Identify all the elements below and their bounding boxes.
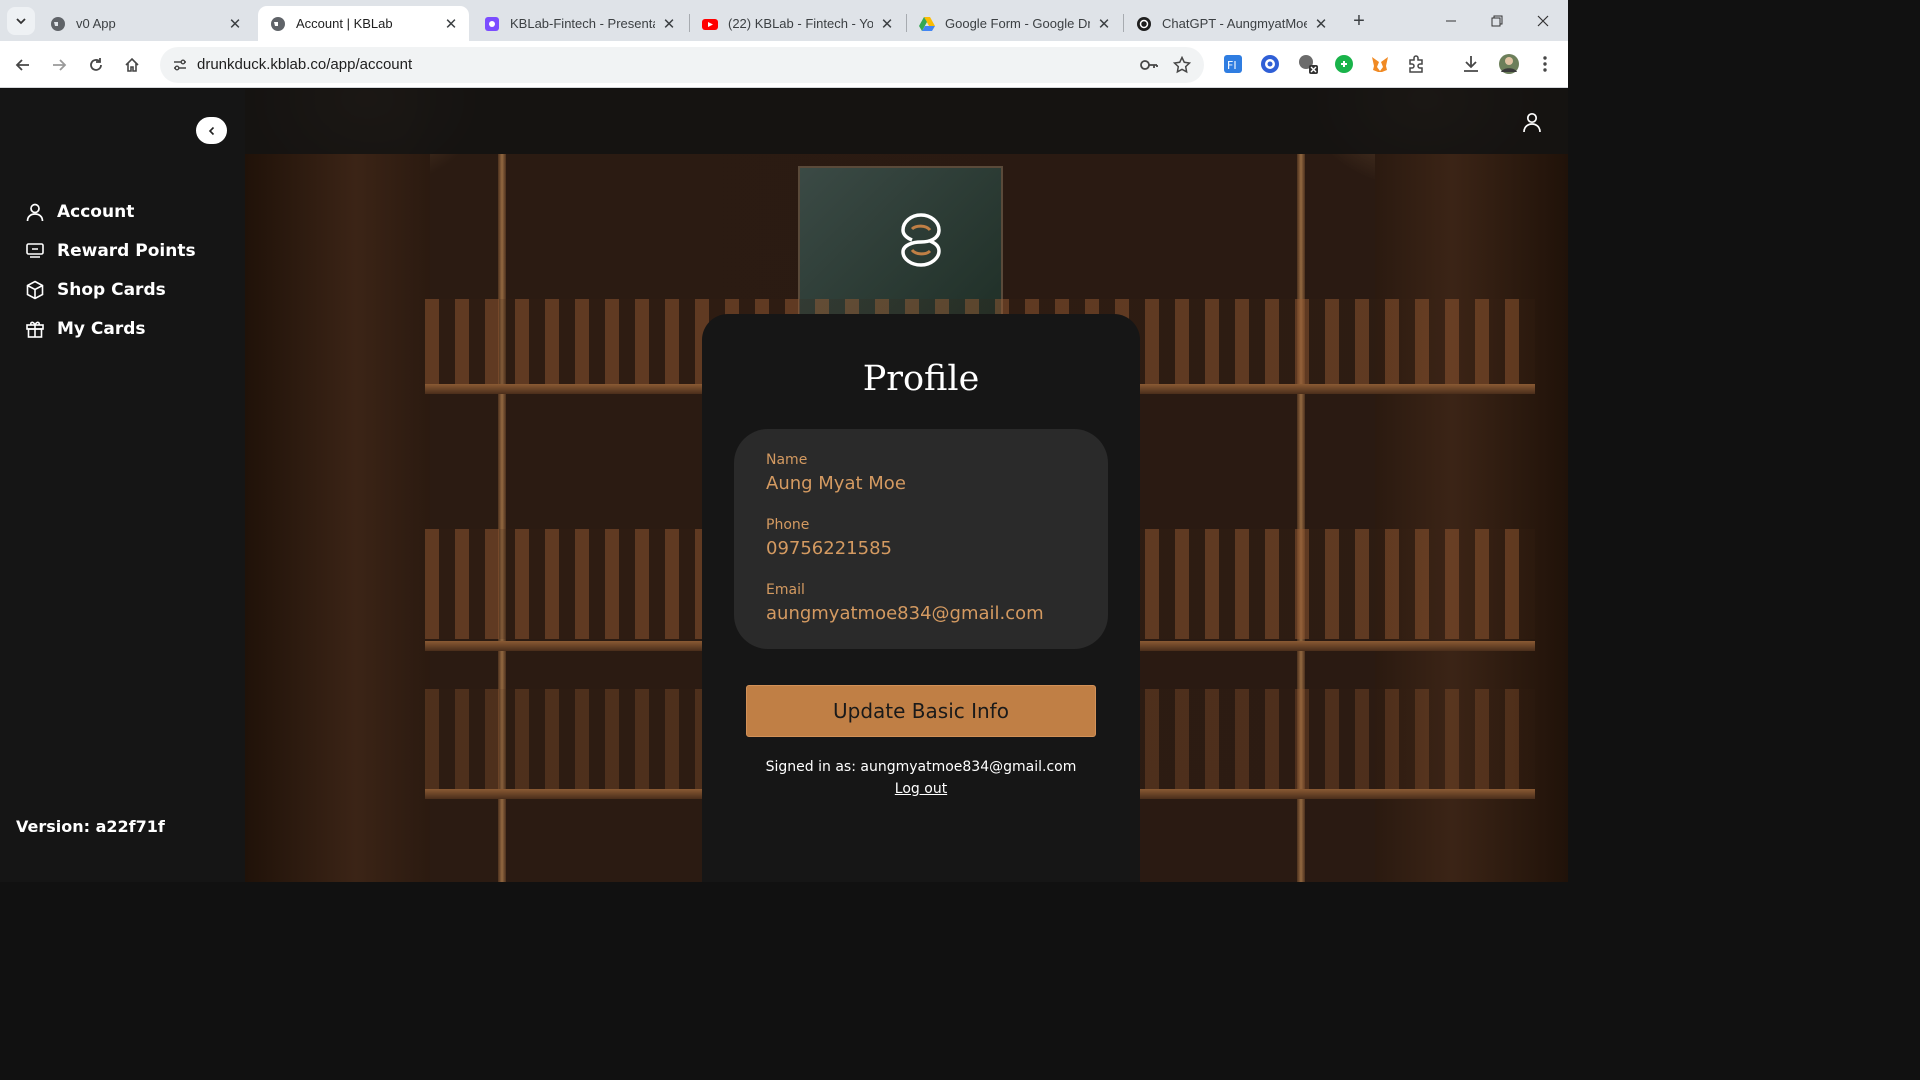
- tab-title: ChatGPT - AungmyatMoe(: [1162, 16, 1307, 31]
- extensions-puzzle-icon[interactable]: [1405, 52, 1429, 76]
- svg-text:FI: FI: [1227, 59, 1237, 72]
- close-tab-icon[interactable]: ✕: [1096, 16, 1112, 33]
- browser-menu-icon[interactable]: [1533, 52, 1557, 76]
- sidebar-item-shop-cards[interactable]: Shop Cards: [24, 270, 196, 309]
- arrow-left-icon: [15, 59, 29, 71]
- tab-title: (22) KBLab - Fintech - YouT: [728, 16, 873, 31]
- canva-icon: [484, 16, 500, 32]
- phone-label: Phone: [766, 517, 810, 533]
- restore-button[interactable]: [1474, 0, 1520, 41]
- google-drive-icon: [919, 16, 935, 32]
- minimize-icon: [1446, 20, 1456, 21]
- close-tab-icon[interactable]: ✕: [1313, 16, 1329, 33]
- password-key-icon[interactable]: [1137, 53, 1161, 77]
- extension-green-icon[interactable]: [1332, 52, 1356, 76]
- plus-icon: +: [1353, 9, 1365, 32]
- tab-v0-app[interactable]: v0 App ✕: [38, 6, 253, 41]
- address-bar[interactable]: drunkduck.kblab.co/app/account: [160, 47, 1204, 83]
- phone-value: 09756221585: [766, 538, 892, 559]
- name-label: Name: [766, 452, 808, 468]
- tab-chatgpt[interactable]: ChatGPT - AungmyatMoe( ✕: [1124, 6, 1339, 41]
- collapse-sidebar-button[interactable]: [196, 117, 227, 144]
- email-label: Email: [766, 582, 805, 598]
- site-info-icon[interactable]: [166, 51, 194, 79]
- profile-avatar[interactable]: [1497, 52, 1521, 76]
- tab-search-button[interactable]: [7, 7, 35, 35]
- back-button[interactable]: [8, 50, 38, 80]
- sidebar-item-label: My Cards: [57, 318, 146, 339]
- reload-icon: [90, 58, 102, 71]
- minimize-button[interactable]: [1428, 0, 1474, 41]
- tab-youtube[interactable]: (22) KBLab - Fintech - YouT ✕: [690, 6, 905, 41]
- chevron-left-icon: [208, 126, 214, 135]
- extension-translate-icon[interactable]: FI: [1221, 52, 1245, 76]
- download-icon[interactable]: [1459, 52, 1483, 76]
- brand-logo-icon: [890, 209, 952, 271]
- close-icon: [1537, 15, 1549, 26]
- sidebar-nav: Account Reward Points Shop Cards My Card…: [24, 192, 196, 348]
- tab-title: v0 App: [76, 16, 116, 31]
- main-content: Profile Name Aung Myat Moe Phone 0975622…: [245, 89, 1568, 882]
- tab-title: Google Form - Google Driv: [945, 16, 1090, 31]
- metamask-fox-icon[interactable]: [1368, 52, 1392, 76]
- name-value: Aung Myat Moe: [766, 473, 906, 494]
- sidebar-item-account[interactable]: Account: [24, 192, 196, 231]
- reload-button[interactable]: [81, 50, 111, 80]
- tab-account-kblab[interactable]: Account | KBLab ✕: [258, 6, 469, 41]
- new-tab-button[interactable]: +: [1346, 8, 1372, 34]
- gift-icon: [24, 318, 46, 340]
- home-icon: [125, 57, 139, 72]
- close-tab-icon[interactable]: ✕: [661, 16, 677, 33]
- sidebar: Account Reward Points Shop Cards My Card…: [0, 89, 245, 882]
- chatgpt-icon: [1136, 16, 1152, 32]
- forward-button[interactable]: [44, 50, 74, 80]
- box-icon: [24, 279, 46, 301]
- close-tab-icon[interactable]: ✕: [227, 16, 243, 33]
- close-tab-icon[interactable]: ✕: [879, 16, 895, 33]
- profile-info-panel: Name Aung Myat Moe Phone 09756221585 Ema…: [734, 429, 1108, 649]
- extension-incognito-icon[interactable]: [1296, 52, 1320, 76]
- extension-compass-icon[interactable]: [1258, 52, 1282, 76]
- tab-title: KBLab-Fintech - Presentati: [510, 16, 655, 31]
- reward-icon: [24, 240, 46, 262]
- close-tab-icon[interactable]: ✕: [443, 16, 459, 33]
- sidebar-item-reward-points[interactable]: Reward Points: [24, 231, 196, 270]
- signed-in-text: Signed in as: aungmyatmoe834@gmail.com: [765, 759, 1077, 775]
- app-viewport: Account Reward Points Shop Cards My Card…: [0, 89, 1568, 882]
- profile-card: Profile Name Aung Myat Moe Phone 0975622…: [702, 314, 1140, 882]
- sidebar-item-label: Shop Cards: [57, 279, 166, 300]
- globe-icon: [270, 16, 286, 32]
- restore-icon: [1491, 15, 1503, 26]
- chevron-down-icon: [16, 18, 26, 25]
- user-account-icon[interactable]: [1521, 111, 1543, 133]
- url-text[interactable]: drunkduck.kblab.co/app/account: [197, 56, 412, 73]
- bookmark-star-icon[interactable]: [1170, 53, 1194, 77]
- logout-link[interactable]: Log out: [702, 781, 1140, 797]
- tab-google-form[interactable]: Google Form - Google Driv ✕: [907, 6, 1122, 41]
- sidebar-item-label: Reward Points: [57, 240, 196, 261]
- close-window-button[interactable]: [1520, 0, 1566, 41]
- sidebar-item-my-cards[interactable]: My Cards: [24, 309, 196, 348]
- tab-title: Account | KBLab: [296, 16, 393, 31]
- top-header-bar: [245, 89, 1568, 154]
- browser-toolbar: drunkduck.kblab.co/app/account FI: [0, 41, 1568, 88]
- page-title: Profile: [862, 359, 980, 399]
- version-label: Version: a22f71f: [16, 817, 165, 836]
- home-button[interactable]: [117, 50, 147, 80]
- sidebar-item-label: Account: [57, 201, 135, 222]
- user-icon: [24, 201, 46, 223]
- tab-presentation[interactable]: KBLab-Fintech - Presentati ✕: [472, 6, 687, 41]
- globe-icon: [50, 16, 66, 32]
- browser-tab-strip: v0 App ✕ Account | KBLab ✕ KBLab-Fintech…: [0, 0, 1568, 41]
- youtube-icon: [702, 16, 718, 32]
- arrow-right-icon: [53, 59, 67, 71]
- update-basic-info-button[interactable]: Update Basic Info: [746, 685, 1096, 737]
- email-value: aungmyatmoe834@gmail.com: [766, 603, 1044, 624]
